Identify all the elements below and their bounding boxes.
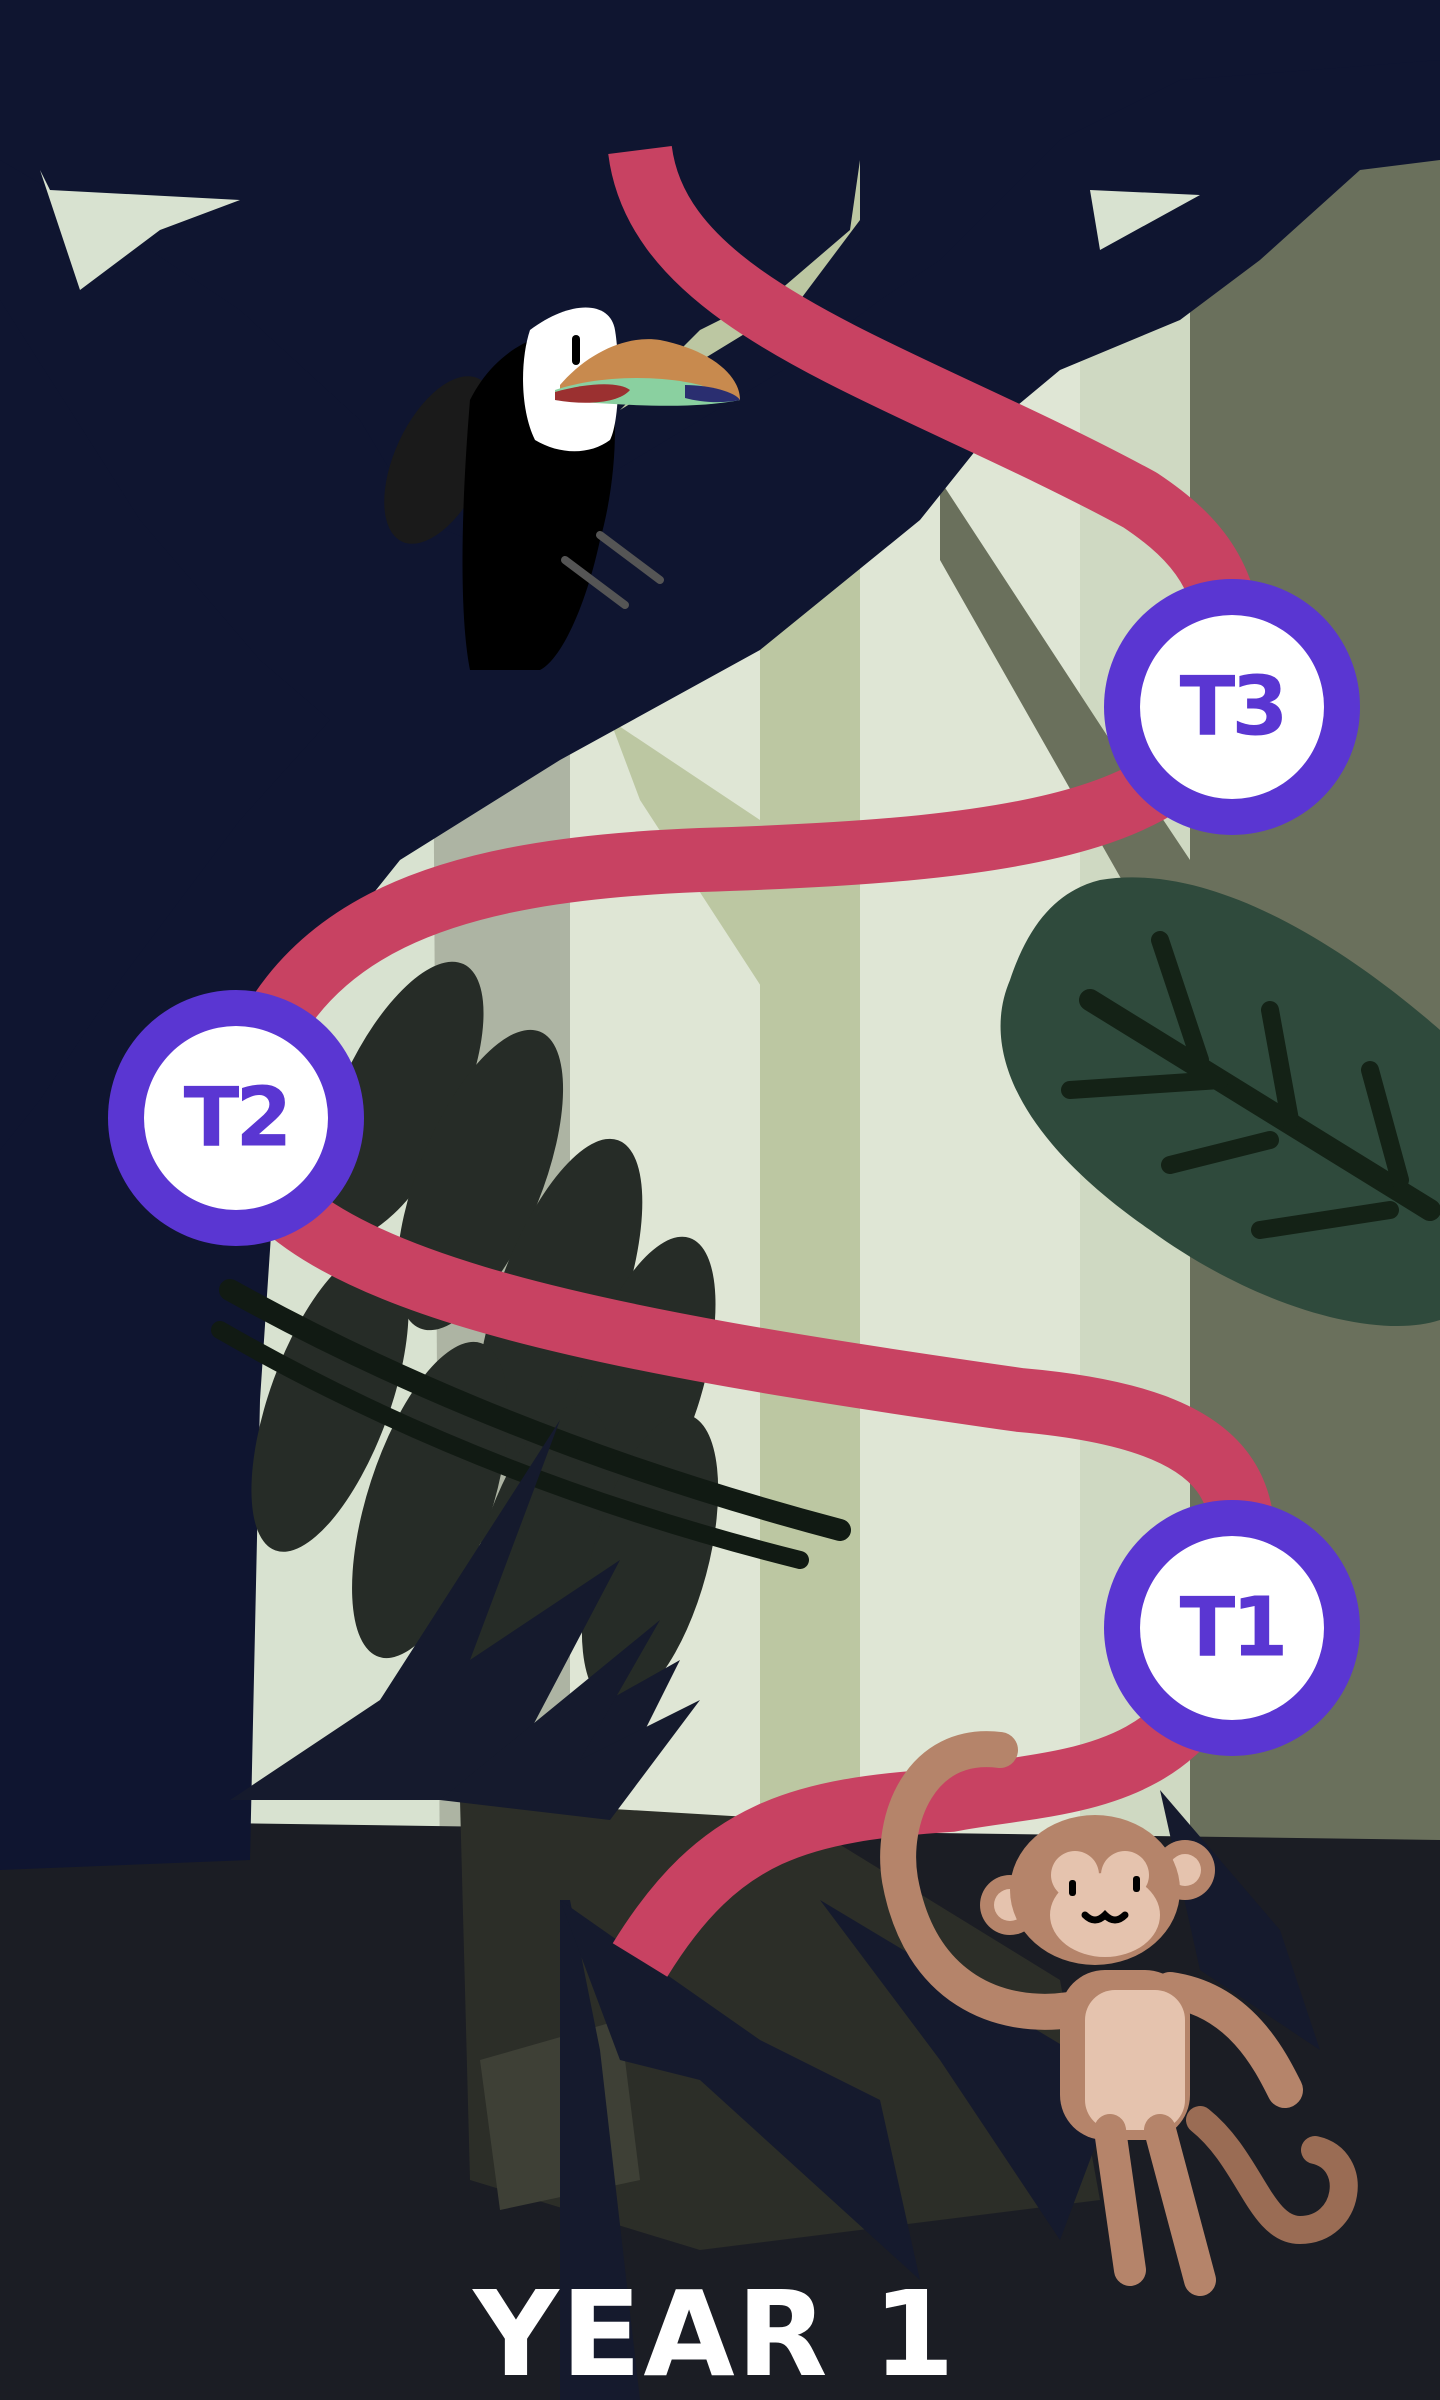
level-node-t1[interactable]: T1 bbox=[1104, 1500, 1360, 1756]
level-node-t1-label: T1 bbox=[1180, 1581, 1285, 1676]
level-node-t3-label: T3 bbox=[1180, 660, 1285, 755]
page-title: YEAR 1 bbox=[471, 2265, 956, 2400]
level-node-t3[interactable]: T3 bbox=[1104, 579, 1360, 835]
level-node-t2[interactable]: T2 bbox=[108, 990, 364, 1246]
level-node-t2-label: T2 bbox=[184, 1071, 289, 1166]
level-map: T3 T2 T1 YEAR 1 bbox=[0, 0, 1440, 2400]
